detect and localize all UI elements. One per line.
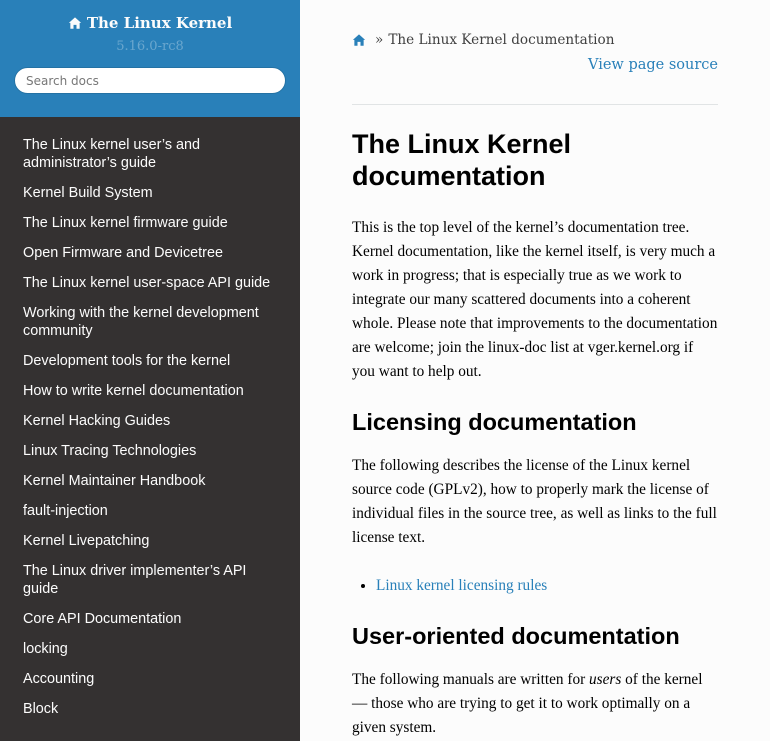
sidebar-item-firmware-guide[interactable]: The Linux kernel firmware guide bbox=[0, 212, 300, 236]
licensing-link-list: Linux kernel licensing rules bbox=[352, 574, 718, 598]
licensing-rules-link[interactable]: Linux kernel licensing rules bbox=[376, 577, 547, 594]
nav-menu: The Linux kernel user’s and administrato… bbox=[0, 117, 300, 722]
sidebar-item-locking[interactable]: locking bbox=[0, 638, 300, 662]
breadcrumb: » The Linux Kernel documentation View pa… bbox=[352, 30, 718, 73]
sidebar-item-dev-tools[interactable]: Development tools for the kernel bbox=[0, 350, 300, 374]
licensing-paragraph: The following describes the license of t… bbox=[352, 457, 717, 546]
licensing-heading: Licensing documentation bbox=[352, 409, 637, 435]
project-home-link[interactable]: The Linux Kernel bbox=[68, 14, 232, 32]
sidebar-item-doc-guide[interactable]: How to write kernel documentation bbox=[0, 380, 300, 404]
page-title: The Linux Kernel documentation bbox=[352, 129, 572, 191]
sidebar: The Linux Kernel 5.16.0-rc8 The Linux ke… bbox=[0, 0, 300, 741]
document-body: The Linux Kernel documentation This is t… bbox=[352, 128, 718, 741]
user-docs-text-start: The following manuals are written for bbox=[352, 671, 590, 688]
breadcrumb-separator: » bbox=[375, 32, 384, 48]
home-icon[interactable] bbox=[352, 33, 366, 47]
sidebar-item-process[interactable]: Working with the kernel development comm… bbox=[0, 302, 300, 344]
content-area: » The Linux Kernel documentation View pa… bbox=[300, 0, 770, 741]
version-label: 5.16.0-rc8 bbox=[116, 39, 184, 54]
sidebar-item-devicetree[interactable]: Open Firmware and Devicetree bbox=[0, 242, 300, 266]
home-icon bbox=[68, 16, 82, 30]
view-page-source-link[interactable]: View page source bbox=[588, 57, 718, 73]
sidebar-item-driver-api[interactable]: The Linux driver implementer’s API guide bbox=[0, 560, 300, 602]
sidebar-item-admin-guide[interactable]: The Linux kernel user’s and administrato… bbox=[0, 134, 300, 176]
intro-paragraph: This is the top level of the kernel’s do… bbox=[352, 219, 718, 380]
sidebar-item-livepatch[interactable]: Kernel Livepatching bbox=[0, 530, 300, 554]
divider bbox=[352, 104, 718, 105]
sidebar-item-kernel-hacking[interactable]: Kernel Hacking Guides bbox=[0, 410, 300, 434]
user-docs-paragraph: The following manuals are written for us… bbox=[352, 668, 718, 740]
user-docs-emphasis: users bbox=[589, 671, 622, 688]
project-title: The Linux Kernel bbox=[86, 14, 233, 32]
sidebar-item-core-api[interactable]: Core API Documentation bbox=[0, 608, 300, 632]
list-item: Linux kernel licensing rules bbox=[376, 574, 718, 598]
sidebar-item-accounting[interactable]: Accounting bbox=[0, 668, 300, 692]
sidebar-header: The Linux Kernel 5.16.0-rc8 bbox=[0, 0, 300, 117]
search-input[interactable] bbox=[14, 67, 286, 94]
sidebar-item-trace[interactable]: Linux Tracing Technologies bbox=[0, 440, 300, 464]
sidebar-item-userspace-api[interactable]: The Linux kernel user-space API guide bbox=[0, 272, 300, 296]
sidebar-item-maintainer[interactable]: Kernel Maintainer Handbook bbox=[0, 470, 300, 494]
sidebar-item-block[interactable]: Block bbox=[0, 698, 300, 722]
sidebar-item-fault-injection[interactable]: fault-injection bbox=[0, 500, 300, 524]
sidebar-item-kbuild[interactable]: Kernel Build System bbox=[0, 182, 300, 206]
user-docs-heading: User-oriented documentation bbox=[352, 623, 680, 649]
breadcrumb-current: The Linux Kernel documentation bbox=[388, 32, 615, 48]
